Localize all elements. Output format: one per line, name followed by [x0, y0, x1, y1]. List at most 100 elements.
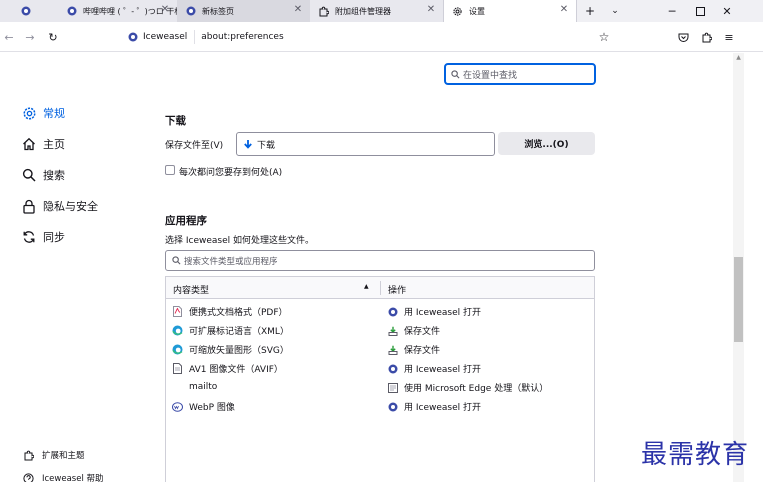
sidebar-item-label: 主页 — [43, 138, 65, 151]
search-icon — [172, 256, 181, 265]
scrollbar-thumb[interactable] — [734, 257, 743, 342]
sidebar-footer-label: 扩展和主题 — [42, 451, 85, 461]
maximize-icon[interactable] — [692, 3, 708, 19]
new-tab-plus-icon[interactable]: + — [582, 3, 598, 19]
forward-arrow-icon[interactable]: → — [22, 29, 38, 45]
blank-icon — [172, 381, 183, 392]
watermark-text: 最需教育 — [641, 440, 750, 470]
content-type-label: AV1 图像文件（AVIF） — [189, 365, 283, 375]
tab-bilibili[interactable]: 哔哩哔哩 ( ゜- ゜)つロ 干杯~ ✕ — [52, 0, 177, 22]
action-label: 用 Iceweasel 打开 — [404, 365, 482, 375]
minimize-icon[interactable]: ─ — [664, 3, 680, 19]
save-icon — [387, 325, 398, 336]
sidebar-item-label: 隐私与安全 — [43, 200, 98, 213]
gear-icon — [21, 105, 37, 121]
iceweasel-icon — [21, 6, 32, 17]
sidebar-item-search[interactable]: 搜索 — [21, 166, 65, 184]
window-close-icon[interactable]: ✕ — [719, 3, 735, 19]
column-header-action[interactable]: 操作 — [388, 283, 406, 296]
tab-new-tab[interactable]: 新标签页 ✕ — [177, 0, 310, 22]
lock-icon — [21, 198, 37, 214]
always-ask-label[interactable]: 每次都问您要存到何处(A) — [179, 165, 282, 178]
content-type-label: WebP 图像 — [189, 403, 235, 413]
reload-icon[interactable]: ↻ — [45, 29, 61, 45]
identity-label: Iceweasel — [143, 32, 188, 42]
pocket-icon[interactable] — [675, 29, 691, 45]
table-row[interactable]: AV1 图像文件（AVIF） 用 Iceweasel 打开 — [166, 359, 594, 378]
column-divider[interactable] — [380, 281, 381, 295]
edge-icon — [172, 325, 183, 336]
iceweasel-icon — [128, 32, 138, 42]
action-label: 用 Iceweasel 打开 — [404, 308, 482, 318]
iceweasel-icon — [387, 306, 398, 317]
tab-list-chevron-icon[interactable]: ⌄ — [607, 3, 623, 19]
sidebar-item-general[interactable]: 常规 — [21, 104, 65, 122]
content-type-label: 可缩放矢量图形（SVG） — [189, 346, 289, 356]
tab-pinned[interactable] — [0, 0, 52, 22]
file-icon — [172, 363, 183, 374]
window-edge — [744, 53, 763, 482]
close-icon[interactable]: ✕ — [159, 4, 171, 15]
close-icon[interactable]: ✕ — [292, 4, 304, 15]
puzzle-icon — [22, 449, 34, 461]
sidebar-footer-help[interactable]: Iceweasel 帮助 — [22, 471, 104, 482]
iceweasel-icon — [66, 6, 77, 17]
table-row[interactable]: 可扩展标记语言（XML） 保存文件 — [166, 321, 594, 340]
action-label: 保存文件 — [404, 346, 441, 356]
sidebar-item-label: 搜索 — [43, 169, 65, 182]
browse-button[interactable]: 浏览...(O) — [498, 132, 595, 155]
extensions-puzzle-icon[interactable] — [698, 29, 714, 45]
close-icon[interactable]: ✕ — [425, 4, 437, 15]
url-text[interactable]: about:preferences — [201, 32, 283, 42]
sidebar-item-sync[interactable]: 同步 — [21, 228, 65, 246]
download-folder-name: 下载 — [257, 140, 276, 151]
gear-icon — [452, 6, 463, 17]
sidebar-item-privacy[interactable]: 隐私与安全 — [21, 197, 98, 215]
action-label: 用 Iceweasel 打开 — [404, 403, 482, 413]
site-identity[interactable]: Iceweasel — [122, 30, 196, 44]
webp-icon — [172, 401, 183, 412]
table-row[interactable]: WebP 图像 用 Iceweasel 打开 — [166, 397, 594, 416]
scroll-up-arrow-icon[interactable]: ▲ — [733, 53, 744, 63]
download-folder-field[interactable]: 下载 — [236, 132, 495, 156]
menu-hamburger-icon[interactable]: ≡ — [721, 29, 737, 45]
nav-bar: ← → ↻ Iceweasel about:preferences ☆ ≡ — [0, 22, 763, 52]
back-arrow-icon[interactable]: ← — [1, 29, 17, 45]
scrollbar[interactable] — [733, 53, 744, 482]
column-header-content-type[interactable]: 内容类型 — [173, 283, 209, 296]
iceweasel-icon — [387, 401, 398, 412]
sidebar-footer-label: Iceweasel 帮助 — [42, 474, 104, 482]
bookmark-star-icon[interactable]: ☆ — [596, 29, 612, 45]
search-settings-input[interactable]: 在设置中查找 — [444, 63, 596, 85]
content-type-label: mailto — [189, 381, 218, 392]
action-label: 使用 Microsoft Edge 处理（默认） — [404, 384, 549, 394]
sidebar-item-home[interactable]: 主页 — [21, 135, 65, 153]
always-ask-checkbox[interactable] — [165, 165, 175, 175]
applications-description: 选择 Iceweasel 如何处理这些文件。 — [165, 236, 315, 246]
table-row[interactable]: 便携式文档格式（PDF） 用 Iceweasel 打开 — [166, 302, 594, 321]
close-icon[interactable]: ✕ — [558, 4, 570, 15]
tab-strip: 哔哩哔哩 ( ゜- ゜)つロ 干杯~ ✕ 新标签页 ✕ 附加组件管理器 ✕ 设置… — [0, 0, 763, 22]
iceweasel-icon — [387, 363, 398, 374]
tab-addons[interactable]: 附加组件管理器 ✕ — [310, 0, 443, 22]
puzzle-icon — [318, 6, 329, 17]
search-icon — [21, 167, 37, 183]
app-icon — [387, 382, 398, 393]
sync-icon — [21, 229, 37, 245]
url-bar[interactable]: Iceweasel about:preferences — [122, 27, 615, 47]
download-arrow-icon — [243, 139, 253, 150]
table-row[interactable]: mailto 使用 Microsoft Edge 处理（默认） — [166, 378, 594, 397]
table-row[interactable]: 可缩放矢量图形（SVG） 保存文件 — [166, 340, 594, 359]
downloads-heading: 下载 — [165, 115, 186, 127]
content-type-label: 便携式文档格式（PDF） — [189, 308, 288, 318]
sort-ascending-icon[interactable]: ▲ — [364, 283, 369, 290]
content-type-label: 可扩展标记语言（XML） — [189, 327, 289, 337]
tab-settings[interactable]: 设置 ✕ — [443, 0, 577, 22]
search-file-types-input[interactable]: 搜索文件类型或应用程序 — [165, 250, 595, 271]
sidebar-item-label: 同步 — [43, 231, 65, 244]
sidebar-footer-addons[interactable]: 扩展和主题 — [22, 448, 85, 462]
sidebar-item-label: 常规 — [43, 107, 65, 120]
search-file-types-placeholder: 搜索文件类型或应用程序 — [184, 256, 278, 267]
pdf-icon — [172, 306, 183, 317]
home-icon — [21, 136, 37, 152]
